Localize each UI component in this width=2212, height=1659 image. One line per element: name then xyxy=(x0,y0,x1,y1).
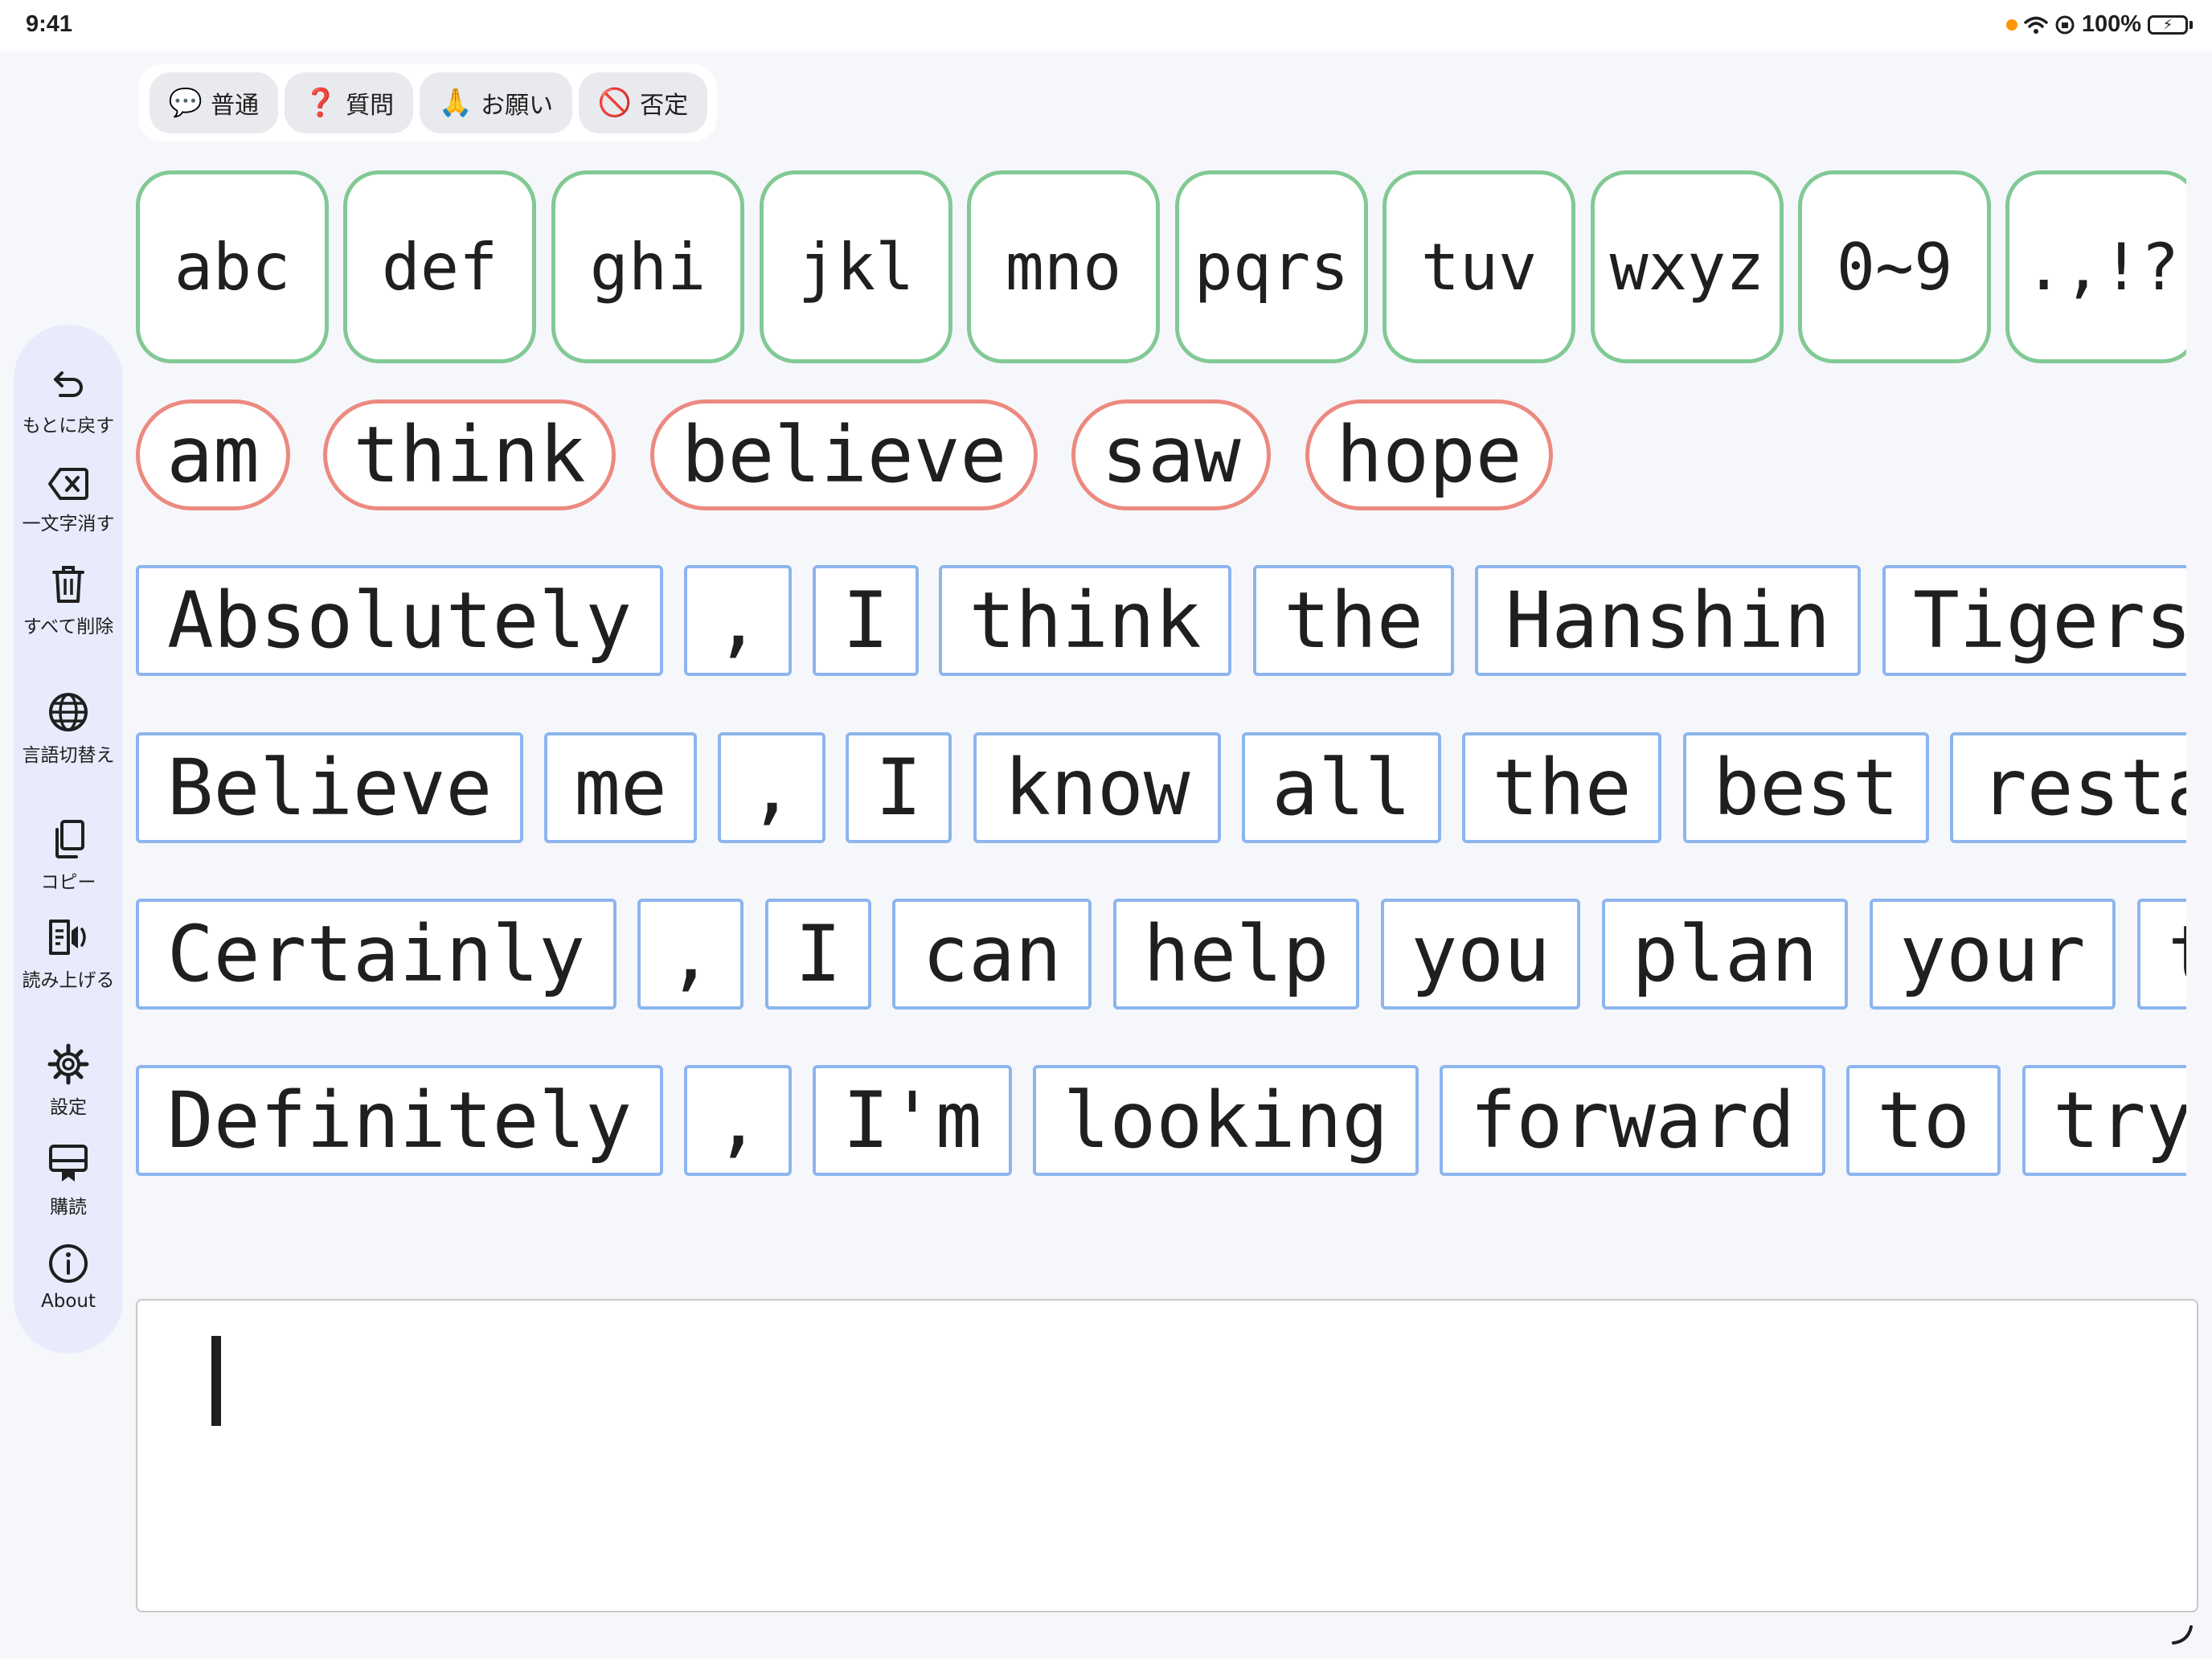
message-text-area[interactable] xyxy=(136,1299,2198,1612)
sentence-word[interactable]: resta xyxy=(1950,732,2186,843)
about-button[interactable]: About xyxy=(14,1243,123,1312)
sentence-word[interactable]: , xyxy=(684,565,792,676)
sentence-word[interactable]: I'm xyxy=(813,1065,1012,1176)
sentence-word[interactable]: forward xyxy=(1440,1065,1825,1176)
sentence-word[interactable]: t xyxy=(2137,899,2186,1010)
sentence-word[interactable]: looking xyxy=(1033,1065,1419,1176)
sentence-word[interactable]: Absolutely xyxy=(136,565,663,676)
letter-key-punctuation[interactable]: .,!? xyxy=(2005,170,2186,363)
letter-key-def[interactable]: def xyxy=(343,170,536,363)
text-cursor xyxy=(211,1336,221,1426)
sentence-word[interactable]: try xyxy=(2022,1065,2186,1176)
letter-key-mno[interactable]: mno xyxy=(967,170,1160,363)
sentence-word[interactable]: plan xyxy=(1602,899,1848,1010)
sentence-word[interactable]: me xyxy=(544,732,697,843)
sentence-word[interactable]: know xyxy=(973,732,1221,843)
sentence-word[interactable]: , xyxy=(718,732,825,843)
letter-key-wxyz[interactable]: wxyz xyxy=(1591,170,1784,363)
prediction-chip[interactable]: believe xyxy=(650,399,1038,510)
sentence-word[interactable]: the xyxy=(1462,732,1661,843)
letter-key-ghi[interactable]: ghi xyxy=(551,170,744,363)
prediction-chip[interactable]: think xyxy=(323,399,616,510)
sentence-word[interactable]: think xyxy=(939,565,1231,676)
letter-key-digits[interactable]: 0~9 xyxy=(1798,170,1991,363)
sentence-word[interactable]: help xyxy=(1113,899,1359,1010)
sentence-word[interactable]: the xyxy=(1253,565,1454,676)
letter-key-abc[interactable]: abc xyxy=(136,170,329,363)
info-icon xyxy=(49,1244,88,1283)
sentence-word[interactable]: Definitely xyxy=(136,1065,663,1176)
sentence-word[interactable]: , xyxy=(637,899,743,1010)
sentence-word[interactable]: can xyxy=(892,899,1092,1010)
sentence-word[interactable]: I xyxy=(765,899,871,1010)
prediction-chip[interactable]: saw xyxy=(1071,399,1271,510)
sentence-word[interactable]: Hanshin xyxy=(1475,565,1861,676)
prediction-chip[interactable]: hope xyxy=(1305,399,1553,510)
sentence-word[interactable]: you xyxy=(1381,899,1580,1010)
about-label: About xyxy=(40,1291,96,1312)
letter-key-tuv[interactable]: tuv xyxy=(1382,170,1575,363)
letter-key-jkl[interactable]: jkl xyxy=(760,170,952,363)
letter-key-pqrs[interactable]: pqrs xyxy=(1175,170,1368,363)
sentence-word[interactable]: to xyxy=(1846,1065,2001,1176)
sentence-word[interactable]: best xyxy=(1683,732,1929,843)
sentence-word[interactable]: , xyxy=(684,1065,792,1176)
sentence-word[interactable]: your xyxy=(1870,899,2116,1010)
sentence-word[interactable]: Tigers xyxy=(1882,565,2186,676)
sentence-word[interactable]: all xyxy=(1242,732,1441,843)
prediction-chip[interactable]: am xyxy=(136,399,290,510)
keyboard-area: abc def ghi jkl mno pqrs tuv wxyz 0~9 .,… xyxy=(0,0,2186,1206)
sentence-word[interactable]: I xyxy=(846,732,952,843)
sentence-word[interactable]: Believe xyxy=(136,732,523,843)
sentence-word[interactable]: I xyxy=(813,565,919,676)
sentence-word[interactable]: Certainly xyxy=(136,899,616,1010)
resize-handle-icon[interactable] xyxy=(2170,1622,2194,1646)
